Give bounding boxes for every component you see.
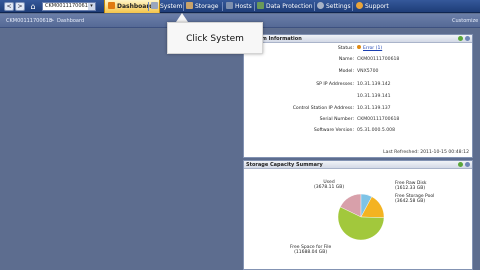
info-label: SP IP Addresses: <box>316 82 354 87</box>
info-value: 10.31.139.137 <box>357 106 391 111</box>
panel-title: Storage Capacity Summary <box>246 162 323 168</box>
tab-system-label: System <box>160 3 183 10</box>
info-row-sp-ip: SP IP Addresses: 10.31.139.142 <box>244 81 474 89</box>
info-value: 10.31.139.142 <box>357 82 391 87</box>
system-selector-value: CKM00111700618 <box>45 3 92 9</box>
info-row-name: Name: CKM00111700618 <box>244 56 474 64</box>
breadcrumb-system-link[interactable]: CKM00111700618 <box>6 14 52 28</box>
info-value: 05.31.000.5.008 <box>357 128 395 133</box>
system-information-panel: System Information Status: Error (1) Nam… <box>243 34 473 158</box>
system-icon <box>151 2 158 9</box>
info-row-software-version: Software Version: 05.31.000.5.008 <box>244 127 474 135</box>
top-nav-bar: < > ⌂ CKM00111700618 ▾ Dashboard System … <box>0 0 480 13</box>
info-row-control-station-ip: Control Station IP Address: 10.31.139.13… <box>244 105 474 113</box>
home-icon[interactable]: ⌂ <box>28 2 38 11</box>
app-window: < > ⌂ CKM00111700618 ▾ Dashboard System … <box>0 0 480 270</box>
info-row-model: Model: VNX5700 <box>244 68 474 76</box>
info-label: Status: <box>337 46 354 51</box>
collapse-icon[interactable] <box>465 36 470 41</box>
callout-pointer <box>176 13 188 22</box>
info-label: Model: <box>338 69 354 74</box>
pie-label-used: Used (3678.11 GB) <box>314 180 345 190</box>
back-button[interactable]: < <box>4 2 14 11</box>
status-error-link[interactable]: Error (1) <box>363 46 382 51</box>
tab-data-protection-label: Data Protection <box>266 3 313 10</box>
chevron-down-icon[interactable]: ▾ <box>88 3 95 10</box>
tab-hosts[interactable]: Hosts <box>226 0 252 13</box>
refresh-icon[interactable] <box>458 36 463 41</box>
refresh-icon[interactable] <box>458 162 463 167</box>
tab-settings[interactable]: Settings <box>317 0 351 13</box>
info-value: 10.31.139.141 <box>357 94 391 99</box>
info-value: Error (1) <box>357 45 382 53</box>
hosts-icon <box>226 2 233 9</box>
info-row-sp-ip-2: 10.31.139.141 <box>244 93 474 101</box>
info-value: VNX5700 <box>357 69 379 74</box>
tab-support-label: Support <box>365 3 389 10</box>
system-selector[interactable]: CKM00111700618 ▾ <box>42 2 96 11</box>
pie-label-free-space-file: Free Space for File (11688.04 GB) <box>290 245 332 255</box>
info-row-serial: Serial Number: CKM00111700618 <box>244 116 474 124</box>
click-system-callout: Click System <box>167 22 263 54</box>
info-value: CKM00111700618 <box>357 117 400 122</box>
info-row-status: Status: Error (1) <box>244 45 474 53</box>
storage-capacity-pie-chart <box>337 193 385 241</box>
breadcrumb-current-page: Dashboard <box>57 18 85 24</box>
tab-storage-label: Storage <box>195 3 219 10</box>
panel-controls <box>456 36 470 43</box>
data-protection-icon <box>257 2 264 9</box>
tab-storage[interactable]: Storage <box>186 0 218 13</box>
tab-divider <box>222 2 223 11</box>
storage-icon <box>186 2 193 9</box>
info-label: Serial Number: <box>319 117 354 122</box>
tab-divider <box>148 2 149 11</box>
storage-capacity-header: Storage Capacity Summary <box>244 161 472 169</box>
system-information-header: System Information <box>244 35 472 43</box>
tab-divider <box>183 2 184 11</box>
info-label: Name: <box>338 57 354 62</box>
storage-capacity-panel: Storage Capacity Summary Used (3678.11 GB… <box>243 160 473 270</box>
pie-label-free-raw-disk: Free Raw Disk (1612.33 GB) <box>395 181 427 191</box>
support-icon <box>356 2 363 9</box>
panel-controls <box>456 162 470 169</box>
tab-hosts-label: Hosts <box>235 3 252 10</box>
breadcrumb-separator: > <box>50 18 55 24</box>
tab-divider <box>254 2 255 11</box>
forward-button[interactable]: > <box>15 2 25 11</box>
dashboard-icon <box>108 2 115 9</box>
tab-divider <box>314 2 315 11</box>
collapse-icon[interactable] <box>465 162 470 167</box>
info-value: CKM00111700618 <box>357 57 400 62</box>
tab-data-protection[interactable]: Data Protection <box>257 0 313 13</box>
settings-icon <box>317 2 324 9</box>
tab-divider <box>352 2 353 11</box>
tab-system[interactable]: System <box>151 0 182 13</box>
info-label: Software Version: <box>313 128 354 133</box>
info-label: Control Station IP Address: <box>292 106 354 111</box>
last-refreshed: Last Refreshed: 2011-10-15 00:48:12 <box>383 150 469 155</box>
tab-support[interactable]: Support <box>356 0 389 13</box>
error-status-icon <box>357 45 361 49</box>
pie-label-free-storage-pool: Free Storage Pool (3642.58 GB) <box>395 194 435 204</box>
tab-settings-label: Settings <box>326 3 351 10</box>
customize-link[interactable]: Customize <box>452 14 478 28</box>
